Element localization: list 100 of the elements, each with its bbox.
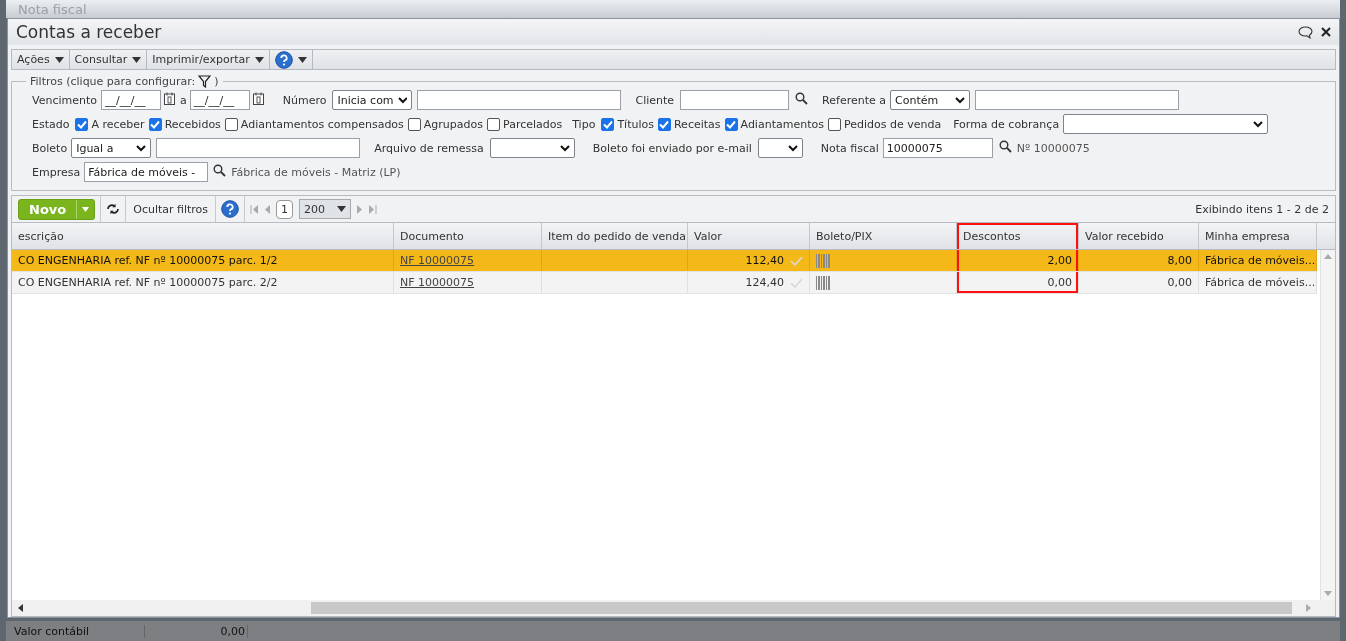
filter-label: Boleto foi enviado por e-mail (592, 141, 752, 155)
operator-select[interactable]: Inicia com (332, 90, 413, 110)
filter-label: Empresa (32, 165, 81, 179)
table-cell: Fábrica de móveis... (1199, 272, 1317, 293)
table-cell: 112,40 (745, 254, 784, 267)
client-field[interactable] (680, 90, 790, 110)
chevron-icon (397, 96, 408, 104)
document-link[interactable]: NF 10000075 (400, 276, 475, 289)
search-icon[interactable] (795, 92, 809, 105)
operator-select[interactable]: Contém (890, 90, 970, 110)
chevron-icon (136, 144, 147, 152)
caret-icon[interactable] (82, 206, 90, 212)
item-count: Exibindo itens 1 - 2 de 2 (1195, 202, 1330, 216)
comment-icon[interactable] (1298, 25, 1313, 39)
help-icon[interactable] (221, 200, 240, 218)
filter-label: Referente a (822, 93, 886, 107)
filter-label: a (180, 93, 187, 107)
filter-label: Estado (32, 117, 70, 131)
remittance-select[interactable] (489, 138, 575, 158)
page-size-select[interactable]: 200 (299, 199, 352, 219)
company-field[interactable]: Fábrica de móveis - (84, 162, 209, 182)
chevron-icon (1253, 120, 1264, 128)
checkbox[interactable] (224, 117, 238, 131)
scroll-left-icon[interactable] (18, 604, 23, 612)
caret-icon (54, 56, 64, 63)
checkbox[interactable] (724, 117, 738, 131)
filter-icon[interactable] (198, 75, 212, 88)
table-row[interactable]: CO ENGENHARIA ref. NF nº 10000075 parc. 1/2 NF 10000075 112,40 2,00 8,00 Fábrica de móveis... (12, 250, 1317, 272)
checkbox-label: Receitas (673, 117, 721, 131)
company-result: Fábrica de móveis - Matriz (LP) (231, 165, 401, 179)
close-icon[interactable] (1321, 27, 1331, 37)
table-cell: CO ENGENHARIA ref. NF nº 10000075 parc. 2/2 (12, 272, 394, 293)
table-cell: 2,00 (957, 250, 1079, 271)
calendar-icon[interactable] (252, 92, 264, 105)
status-label: Valor contábil (6, 625, 145, 638)
checkbox-label: Parcelados (503, 117, 563, 131)
table-cell: Fábrica de móveis... (1199, 250, 1317, 271)
search-icon[interactable] (213, 164, 227, 177)
search-icon[interactable] (998, 140, 1012, 153)
filter-label: Arquivo de remessa (374, 141, 484, 155)
dropdown-icon (337, 206, 347, 212)
checkbox-label: Pedidos de venda (843, 117, 942, 131)
filters-legend-end: ) (214, 75, 219, 88)
chevron-icon (955, 96, 965, 104)
menu-button[interactable]: Imprimir/exportar (147, 50, 270, 69)
refresh-icon[interactable] (106, 203, 121, 215)
help-icon[interactable] (274, 50, 293, 69)
status-value: 0,00 (145, 625, 248, 638)
check-icon (790, 277, 803, 288)
checkbox[interactable] (75, 117, 89, 131)
checkbox[interactable] (827, 117, 841, 131)
document-link[interactable]: NF 10000075 (400, 254, 475, 267)
table-cell: 0,00 (957, 272, 1079, 293)
window-title: Nota fiscal (18, 1, 88, 17)
column-header[interactable]: Minha empresa (1199, 223, 1317, 249)
checkbox-label: Adiantamentos compensados (240, 117, 404, 131)
checkbox[interactable] (487, 117, 500, 131)
checkbox-label: Agrupados (423, 117, 483, 131)
filters-legend[interactable]: Filtros (clique para configurar: (30, 75, 196, 88)
boleto-field[interactable] (156, 138, 361, 158)
checkbox[interactable] (601, 117, 615, 131)
column-header[interactable]: Item do pedido de venda (542, 223, 688, 249)
number-field[interactable] (417, 90, 622, 110)
column-header[interactable]: Valor (688, 223, 810, 249)
page-number[interactable]: 1 (276, 199, 294, 219)
table-cell: 124,40 (745, 276, 784, 289)
column-header[interactable]: Boleto/PIX (810, 223, 957, 249)
chevron-icon (559, 144, 570, 152)
date-field[interactable]: __/__/__ (189, 90, 250, 110)
checkbox-label: A receber (91, 117, 145, 131)
column-header[interactable]: Valor recebido (1079, 223, 1199, 249)
calendar-icon[interactable] (164, 92, 175, 105)
checkbox[interactable] (657, 117, 671, 131)
billing-select[interactable] (1063, 114, 1269, 134)
invoice-field[interactable]: 10000075 (882, 138, 993, 158)
hide-filters-button[interactable]: Ocultar filtros (131, 202, 211, 216)
column-header[interactable]: Descontos (957, 223, 1079, 249)
reference-field[interactable] (975, 90, 1179, 110)
date-field[interactable]: __/__/__ (101, 90, 161, 110)
email-select[interactable] (757, 138, 803, 158)
barcode-icon[interactable] (816, 275, 831, 290)
checkbox-label: Recebidos (164, 117, 221, 131)
window-title: Contas a receber (16, 22, 163, 42)
table-cell: CO ENGENHARIA ref. NF nº 10000075 parc. 1/2 (12, 250, 394, 271)
table-row[interactable]: CO ENGENHARIA ref. NF nº 10000075 parc. 2/2 NF 10000075 124,40 0,00 0,00 Fábrica de móveis... (12, 272, 1317, 294)
scrollbar-thumb[interactable] (311, 602, 1292, 614)
filter-label: Boleto (32, 141, 68, 155)
checkbox[interactable] (407, 117, 421, 131)
check-icon (790, 255, 803, 266)
operator-select[interactable]: Igual a (71, 138, 152, 158)
filter-label: Forma de cobrança (953, 117, 1060, 131)
column-header[interactable]: Documento (394, 223, 542, 249)
filter-label: Tipo (572, 117, 596, 131)
filter-label: Número (282, 93, 327, 107)
chevron-icon (787, 144, 798, 152)
checkbox[interactable] (148, 117, 162, 131)
menu-button[interactable]: Consultar (69, 50, 148, 69)
filter-label: Nota fiscal (820, 141, 879, 155)
menu-button[interactable]: Ações (12, 50, 70, 69)
column-header[interactable]: escrição (12, 223, 394, 249)
